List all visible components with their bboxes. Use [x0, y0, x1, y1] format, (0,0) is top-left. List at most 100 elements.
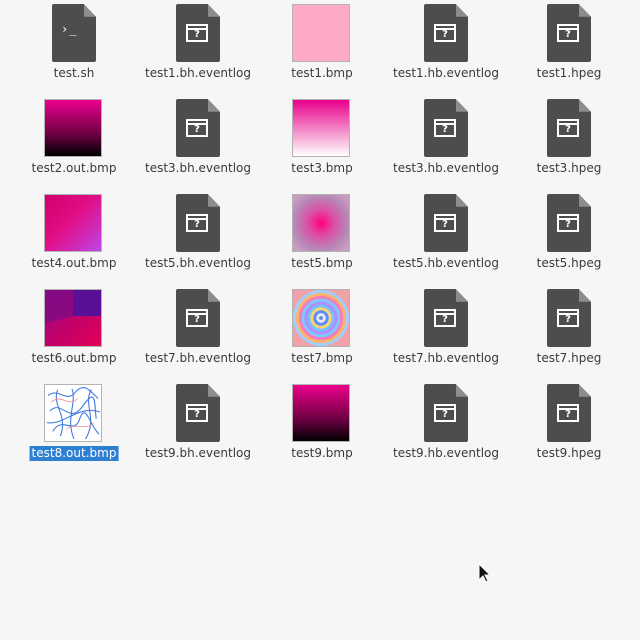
page-fold [455, 4, 468, 17]
file-item-test7-hpeg[interactable]: ? test7.hpeg [507, 287, 631, 382]
file-item-test5-bmp[interactable]: test5.bmp [260, 192, 384, 287]
page-fold [455, 194, 468, 207]
unknown-file-icon: ? [176, 194, 220, 252]
file-name: test7.bmp [291, 351, 353, 365]
page-fold [455, 384, 468, 397]
question-mark-icon: ? [442, 124, 448, 135]
file-item-test2-out-bmp[interactable]: test2.out.bmp [12, 97, 136, 192]
file-thumbnail [260, 97, 384, 159]
file-name: test3.bmp [291, 161, 353, 175]
file-thumbnail: ? [507, 192, 631, 254]
page-fold [455, 289, 468, 302]
image-preview [45, 195, 101, 251]
file-name: test9.hb.eventlog [392, 446, 499, 460]
window-icon: ? [186, 24, 208, 42]
window-icon: ? [186, 404, 208, 422]
question-mark-icon: ? [565, 29, 571, 40]
unknown-file-icon: ? [176, 384, 220, 442]
file-name: test7.bh.eventlog [144, 351, 251, 365]
file-thumbnail: ? [136, 192, 260, 254]
file-item-test1-hb-eventlog[interactable]: ? test1.hb.eventlog [384, 2, 508, 97]
question-mark-icon: ? [442, 219, 448, 230]
file-name: test6.out.bmp [31, 351, 117, 365]
file-item-test9-hpeg[interactable]: ? test9.hpeg [507, 382, 631, 477]
window-icon: ? [557, 214, 579, 232]
file-item-test1-bh-eventlog[interactable]: ? test1.bh.eventlog [136, 2, 260, 97]
file-name: test9.hpeg [536, 446, 602, 460]
file-thumbnail: ? [384, 192, 508, 254]
image-preview [45, 100, 101, 156]
solid-pink-thumbnail [292, 4, 350, 62]
window-icon: ? [434, 119, 456, 137]
file-name: test7.hpeg [536, 351, 602, 365]
file-name: test2.out.bmp [31, 161, 117, 175]
file-item-test9-bh-eventlog[interactable]: ? test9.bh.eventlog [136, 382, 260, 477]
file-item-test9-hb-eventlog[interactable]: ? test9.hb.eventlog [384, 382, 508, 477]
file-item-test3-hpeg[interactable]: ? test3.hpeg [507, 97, 631, 192]
file-name: test3.bh.eventlog [144, 161, 251, 175]
file-thumbnail [260, 382, 384, 444]
page-fold [207, 384, 220, 397]
window-icon: ? [434, 214, 456, 232]
file-name: test7.hb.eventlog [392, 351, 499, 365]
unknown-file-icon: ? [547, 194, 591, 252]
file-item-test3-hb-eventlog[interactable]: ? test3.hb.eventlog [384, 97, 508, 192]
image-preview [45, 385, 101, 441]
page-fold [207, 194, 220, 207]
file-item-test5-hb-eventlog[interactable]: ? test5.hb.eventlog [384, 192, 508, 287]
image-preview [293, 290, 349, 346]
file-thumbnail: ? [136, 287, 260, 349]
file-item-test3-bmp[interactable]: test3.bmp [260, 97, 384, 192]
file-name: test4.out.bmp [31, 256, 117, 270]
unknown-file-icon: ? [424, 99, 468, 157]
page-fold [83, 4, 96, 17]
page-fold [578, 99, 591, 112]
file-thumbnail: ? [136, 382, 260, 444]
file-item-test4-out-bmp[interactable]: test4.out.bmp [12, 192, 136, 287]
file-item-test7-bh-eventlog[interactable]: ? test7.bh.eventlog [136, 287, 260, 382]
file-thumbnail: ? [507, 382, 631, 444]
file-thumbnail: ? [507, 287, 631, 349]
file-item-test5-hpeg[interactable]: ? test5.hpeg [507, 192, 631, 287]
file-name: test5.bmp [291, 256, 353, 270]
file-item-test6-out-bmp[interactable]: test6.out.bmp [12, 287, 136, 382]
file-item-test1-hpeg[interactable]: ? test1.hpeg [507, 2, 631, 97]
question-mark-icon: ? [194, 219, 200, 230]
question-mark-icon: ? [194, 29, 200, 40]
file-name: test1.bmp [291, 66, 353, 80]
file-item-test1-bmp[interactable]: test1.bmp [260, 2, 384, 97]
question-mark-icon: ? [565, 219, 571, 230]
magenta-purple-diagonal-thumbnail [44, 194, 102, 252]
file-name: test1.hpeg [536, 66, 602, 80]
file-name: test3.hpeg [536, 161, 602, 175]
question-mark-icon: ? [565, 409, 571, 420]
file-item-test5-bh-eventlog[interactable]: ? test5.bh.eventlog [136, 192, 260, 287]
unknown-file-icon: ? [176, 4, 220, 62]
question-mark-icon: ? [565, 314, 571, 325]
question-mark-icon: ? [565, 124, 571, 135]
question-mark-icon: ? [442, 409, 448, 420]
unknown-file-icon: ? [547, 289, 591, 347]
file-thumbnail [260, 2, 384, 64]
magenta-black-gradient-thumbnail [44, 99, 102, 157]
file-thumbnail: ? [384, 382, 508, 444]
file-item-test8-out-bmp-selected[interactable]: test8.out.bmp [12, 382, 136, 477]
page-fold [207, 289, 220, 302]
page-fold [455, 99, 468, 112]
unknown-file-icon: ? [424, 289, 468, 347]
file-item-test7-bmp[interactable]: test7.bmp [260, 287, 384, 382]
purple-magenta-block-thumbnail [44, 289, 102, 347]
file-name: test9.bh.eventlog [144, 446, 251, 460]
file-item-test7-hb-eventlog[interactable]: ? test7.hb.eventlog [384, 287, 508, 382]
file-item-test-sh[interactable]: ›_ test.sh [12, 2, 136, 97]
unknown-file-icon: ? [424, 384, 468, 442]
terminal-prompt-icon: ›_ [61, 22, 78, 36]
page-fold [578, 4, 591, 17]
file-name: test1.hb.eventlog [392, 66, 499, 80]
file-item-test9-bmp[interactable]: test9.bmp [260, 382, 384, 477]
file-icon-view: ›_ test.sh ? test1.bh.eventlog test1.bmp [0, 0, 640, 640]
file-item-test3-bh-eventlog[interactable]: ? test3.bh.eventlog [136, 97, 260, 192]
page-fold [207, 4, 220, 17]
unknown-file-icon: ? [176, 289, 220, 347]
file-thumbnail: ›_ [12, 2, 136, 64]
